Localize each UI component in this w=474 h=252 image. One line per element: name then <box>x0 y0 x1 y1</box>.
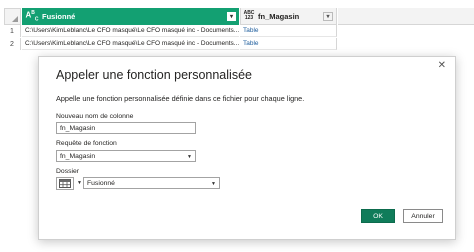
column-header-label: fn_Magasin <box>258 11 300 21</box>
cancel-button[interactable]: Annuler <box>403 209 443 223</box>
text-type-icon[interactable]: ABC <box>25 10 39 22</box>
new-column-name-input[interactable]: fn_Magasin <box>56 122 196 134</box>
function-query-label: Requête de fonction <box>56 140 117 147</box>
function-query-select[interactable]: fn_Magasin ▼ <box>56 150 196 162</box>
column-header-fusionne[interactable]: ABC Fusionné ▾ <box>22 8 239 25</box>
table-cell-link[interactable]: Table <box>240 25 337 37</box>
table-cell-path[interactable]: C:\Users\KimLeblanc\Le CFO masqué\Le CFO… <box>22 38 239 50</box>
select-all-corner[interactable] <box>4 8 21 25</box>
header-filler <box>338 8 474 25</box>
table-cell-path[interactable]: C:\Users\KimLeblanc\Le CFO masqué\Le CFO… <box>22 25 239 37</box>
folder-select[interactable]: Fusionné ▼ <box>83 177 220 189</box>
chevron-down-icon: ▼ <box>211 181 216 187</box>
chevron-down-icon[interactable]: ▾ <box>323 11 333 21</box>
dialog-title: Appeler une fonction personnalisée <box>56 68 252 82</box>
chevron-down-icon: ▼ <box>187 154 192 160</box>
table-icon <box>59 179 71 188</box>
chevron-down-icon[interactable]: ▾ <box>227 12 236 21</box>
folder-label: Dossier <box>56 168 80 175</box>
folder-value: Fusionné <box>87 179 115 187</box>
any-type-icon[interactable]: ABC 123 <box>242 11 256 21</box>
close-icon[interactable]: ✕ <box>438 60 446 71</box>
corner-triangle-icon <box>12 16 18 22</box>
ok-button[interactable]: OK <box>361 209 395 223</box>
chevron-down-icon[interactable]: ▼ <box>77 180 82 186</box>
row-number[interactable]: 2 <box>4 38 21 50</box>
dialog-description: Appelle une fonction personnalisée défin… <box>56 94 305 103</box>
function-query-value: fn_Magasin <box>60 152 96 160</box>
table-cell-link[interactable]: Table <box>240 38 337 50</box>
column-header-fn-magasin[interactable]: ABC 123 fn_Magasin ▾ <box>240 8 337 25</box>
row-number[interactable]: 1 <box>4 25 21 37</box>
column-header-label: Fusionné <box>42 12 76 21</box>
invoke-function-dialog: Appeler une fonction personnalisée ✕ App… <box>38 56 456 240</box>
table-picker-button[interactable] <box>56 177 74 190</box>
new-column-label: Nouveau nom de colonne <box>56 113 134 120</box>
